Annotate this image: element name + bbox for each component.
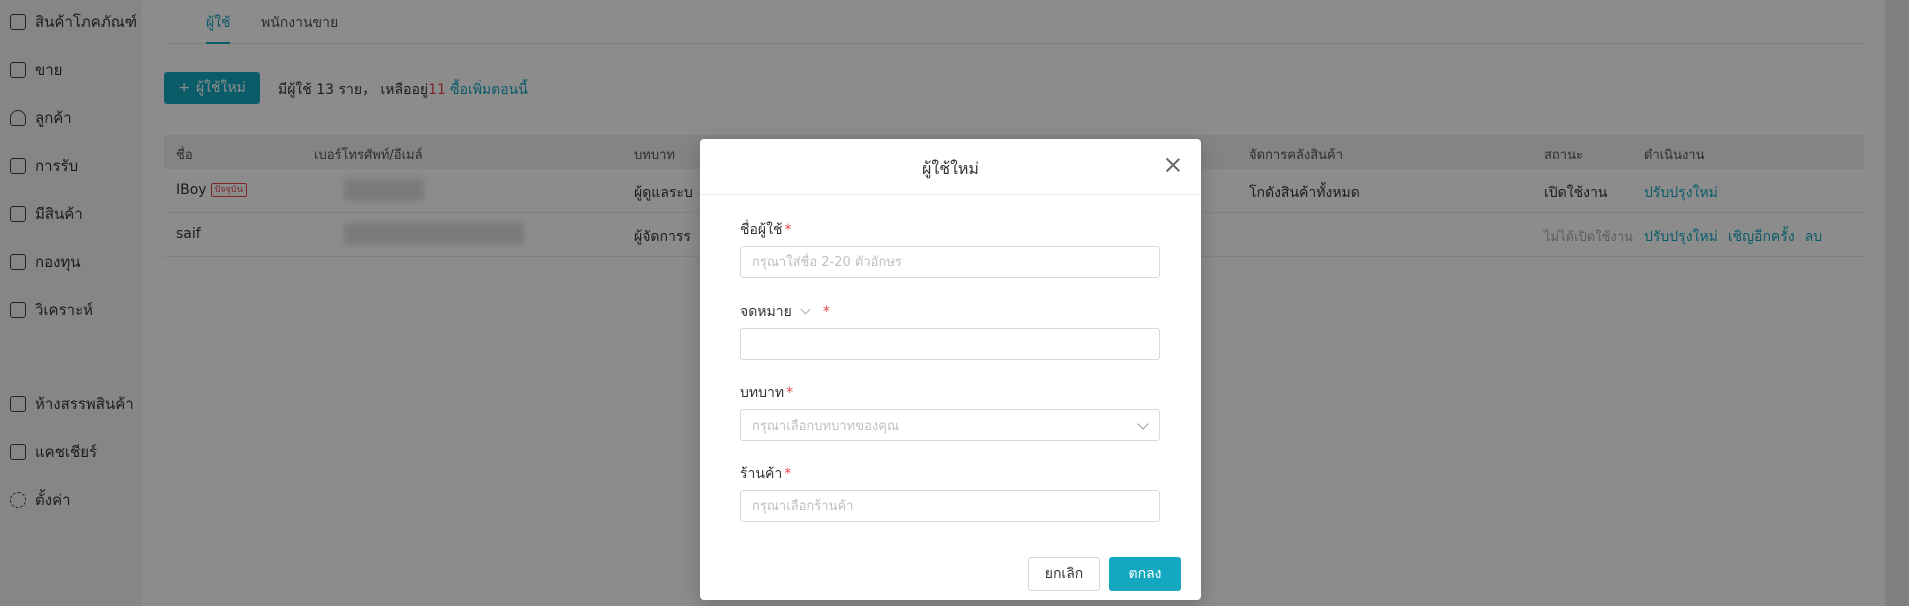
close-icon[interactable] bbox=[1163, 155, 1183, 175]
store-label: ร้านค้า * bbox=[740, 463, 791, 485]
required-mark: * bbox=[784, 222, 792, 238]
role-label-text: บทบาท bbox=[740, 385, 785, 401]
role-placeholder: กรุณาเลือกบทบาทของคุณ bbox=[752, 418, 900, 434]
username-input[interactable] bbox=[740, 246, 1160, 278]
email-label: จดหมาย * bbox=[740, 301, 830, 323]
required-mark: * bbox=[822, 304, 830, 320]
dialog-header: ผู้ใช้ใหม่ bbox=[700, 139, 1201, 195]
dialog-title: ผู้ใช้ใหม่ bbox=[922, 159, 979, 178]
required-mark: * bbox=[786, 385, 794, 401]
chevron-down-icon bbox=[1137, 418, 1149, 430]
email-label-text: จดหมาย bbox=[740, 304, 792, 320]
email-input[interactable] bbox=[740, 328, 1160, 360]
store-input[interactable] bbox=[740, 490, 1160, 522]
ok-button[interactable]: ตกลง bbox=[1109, 557, 1181, 591]
cancel-button[interactable]: ยกเลิก bbox=[1028, 557, 1100, 591]
username-label-text: ชื่อผู้ใช้ bbox=[740, 222, 783, 238]
new-user-dialog: ผู้ใช้ใหม่ ชื่อผู้ใช้* จดหมาย* บทบาท* กร… bbox=[700, 139, 1201, 600]
required-mark: * bbox=[784, 466, 792, 482]
username-label: ชื่อผู้ใช้ * bbox=[740, 219, 791, 241]
role-label: บทบาท * bbox=[740, 382, 793, 404]
role-select[interactable]: กรุณาเลือกบทบาทของคุณ bbox=[740, 409, 1160, 441]
chevron-down-icon[interactable] bbox=[800, 304, 811, 315]
store-label-text: ร้านค้า bbox=[740, 466, 783, 482]
